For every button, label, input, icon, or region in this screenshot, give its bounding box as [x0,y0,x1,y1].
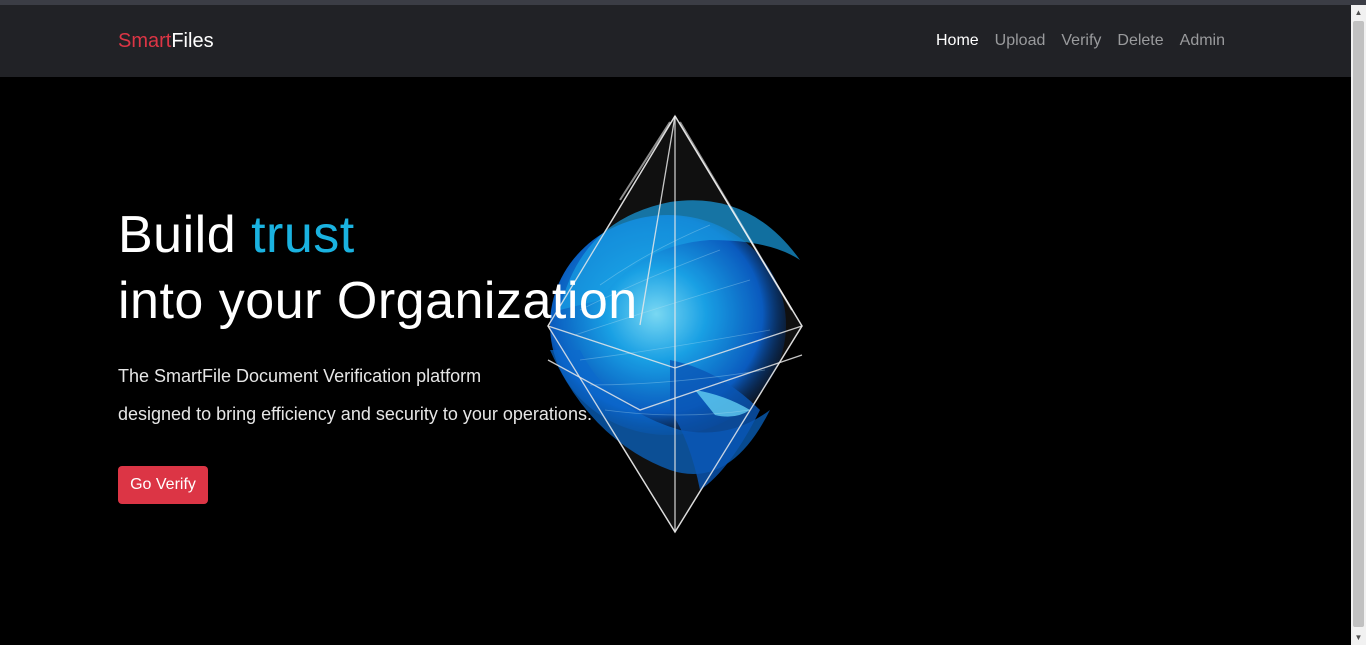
headline-line-2: into your Organization [118,272,638,330]
scroll-down-arrow-icon[interactable]: ▼ [1351,630,1366,645]
navbar: SmartFiles Home Upload Verify Delete Adm… [0,5,1351,77]
hero-desc-line-1: The SmartFile Document Verification plat… [118,366,482,386]
nav-delete[interactable]: Delete [1117,32,1163,49]
hero-desc-line-2: designed to bring efficiency and securit… [118,404,592,424]
scroll-up-arrow-icon[interactable]: ▲ [1351,5,1366,20]
nav-upload[interactable]: Upload [995,32,1046,49]
brand-logo[interactable]: SmartFiles [118,30,214,52]
nav-verify[interactable]: Verify [1061,32,1101,49]
nav-admin[interactable]: Admin [1180,32,1225,49]
brand-part-smart: Smart [118,30,172,52]
go-verify-button[interactable]: Go Verify [118,466,208,504]
brand-part-files: Files [171,30,214,52]
page-scrollbar[interactable]: ▲ ▼ [1351,5,1366,645]
headline-accent-trust: trust [251,206,355,264]
nav-links: Home Upload Verify Delete Admin [936,31,1225,51]
hero-description: The SmartFile Document Verification plat… [118,357,592,433]
nav-home[interactable]: Home [936,32,979,49]
scroll-thumb[interactable] [1353,21,1364,627]
hero-headline: Build trust into your Organization [118,202,638,334]
headline-part-build: Build [118,206,252,264]
